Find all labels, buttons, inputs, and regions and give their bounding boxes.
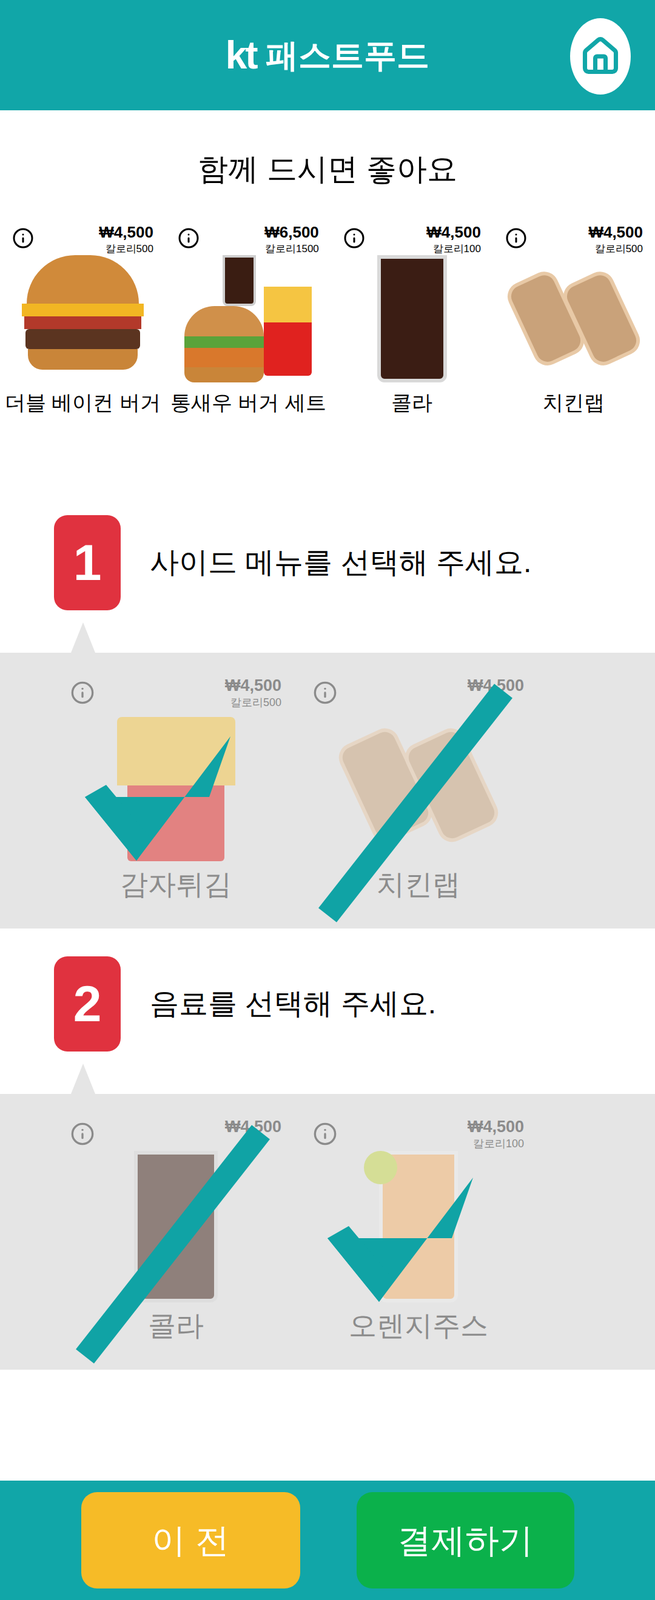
price: ₩4,500 [426, 222, 481, 243]
step-badge: 1 [53, 515, 121, 611]
item-name: 치킨랩 [542, 387, 605, 419]
home-icon [579, 35, 622, 78]
info-icon[interactable] [12, 227, 34, 250]
recommend-item[interactable]: ₩4,500칼로리500 더블 베이컨 버거 [0, 222, 166, 419]
step-badge: 2 [53, 957, 121, 1053]
option-name: 감자튀김 [120, 864, 232, 907]
info-icon[interactable] [70, 1122, 95, 1147]
info-icon[interactable] [505, 227, 528, 250]
item-name: 콜라 [391, 387, 433, 419]
back-button[interactable]: 이 전 [81, 1493, 301, 1590]
bottom-bar: 이 전 결제하기 [0, 1481, 655, 1600]
price: ₩4,500 [467, 1117, 524, 1139]
choice-section: 2 음료를 선택해 주세요. ₩4,500콜라 ₩4,500칼로리100 오렌지주스 [0, 957, 655, 1371]
logo: kt [225, 26, 257, 85]
choice-section: 1 사이드 메뉴를 선택해 주세요. ₩4,500칼로리500 감자튀김 ₩4,500치… [0, 515, 655, 930]
burger-picture [18, 255, 147, 383]
recommend-title: 함께 드시면 좋아요 [0, 146, 655, 193]
recommend-item[interactable]: ₩4,500칼로리100 콜라 [331, 222, 494, 419]
header-title: 패스트푸드 [265, 30, 430, 81]
option-name: 치킨랩 [376, 864, 461, 907]
info-icon[interactable] [343, 227, 366, 250]
calories: 칼로리500 [230, 696, 282, 711]
recommend-item[interactable]: ₩6,500칼로리1500 통새우 버거 세트 [165, 222, 332, 419]
pay-button[interactable]: 결제하기 [356, 1493, 575, 1590]
info-icon[interactable] [312, 1122, 338, 1147]
option-panel: ₩4,500칼로리500 감자튀김 ₩4,500치킨랩 [0, 653, 655, 930]
calories: 칼로리500 [105, 242, 154, 256]
wrap-picture [510, 255, 638, 383]
app: kt패스트푸드함께 드시면 좋아요₩4,500칼로리500더블 베이컨 버거₩6… [0, 0, 655, 1600]
price: ₩4,500 [588, 222, 643, 243]
option-item[interactable]: ₩4,500치킨랩 [303, 676, 534, 907]
header: kt패스트푸드 [0, 0, 655, 111]
recommend-item[interactable]: ₩4,500칼로리500 치킨랩 [493, 222, 655, 419]
check-icon [78, 724, 237, 877]
cross-icon [72, 1123, 273, 1367]
info-icon[interactable] [70, 681, 95, 706]
option-name: 오렌지주스 [348, 1305, 489, 1348]
option-item[interactable]: ₩4,500콜라 [60, 1117, 292, 1348]
info-icon[interactable] [312, 681, 338, 706]
price: ₩6,500 [264, 222, 320, 243]
option-item[interactable]: ₩4,500칼로리100 오렌지주스 [303, 1117, 534, 1348]
price: ₩4,500 [98, 222, 154, 243]
section-title: 음료를 선택해 주세요. [149, 982, 437, 1027]
price: ₩4,500 [225, 676, 282, 697]
set-picture [184, 255, 312, 383]
home-button[interactable] [570, 18, 631, 95]
calories: 칼로리100 [473, 1137, 524, 1152]
item-name: 더블 베이컨 버거 [4, 387, 161, 419]
info-icon[interactable] [177, 227, 200, 250]
section-title: 사이드 메뉴를 선택해 주세요. [149, 540, 532, 585]
cola-picture [348, 255, 476, 383]
calories: 칼로리1500 [265, 242, 320, 256]
cross-icon [315, 682, 516, 925]
option-panel: ₩4,500콜라 ₩4,500칼로리100 오렌지주스 [0, 1094, 655, 1371]
check-icon [321, 1166, 480, 1318]
calories: 칼로리500 [594, 242, 643, 256]
calories: 칼로리100 [433, 242, 481, 256]
item-name: 통새우 버거 세트 [170, 387, 327, 419]
option-name: 콜라 [147, 1305, 204, 1348]
recommend-list: ₩4,500칼로리500더블 베이컨 버거₩6,500칼로리1500통새우 버거… [0, 222, 655, 419]
option-item[interactable]: ₩4,500칼로리500 감자튀김 [60, 676, 292, 907]
